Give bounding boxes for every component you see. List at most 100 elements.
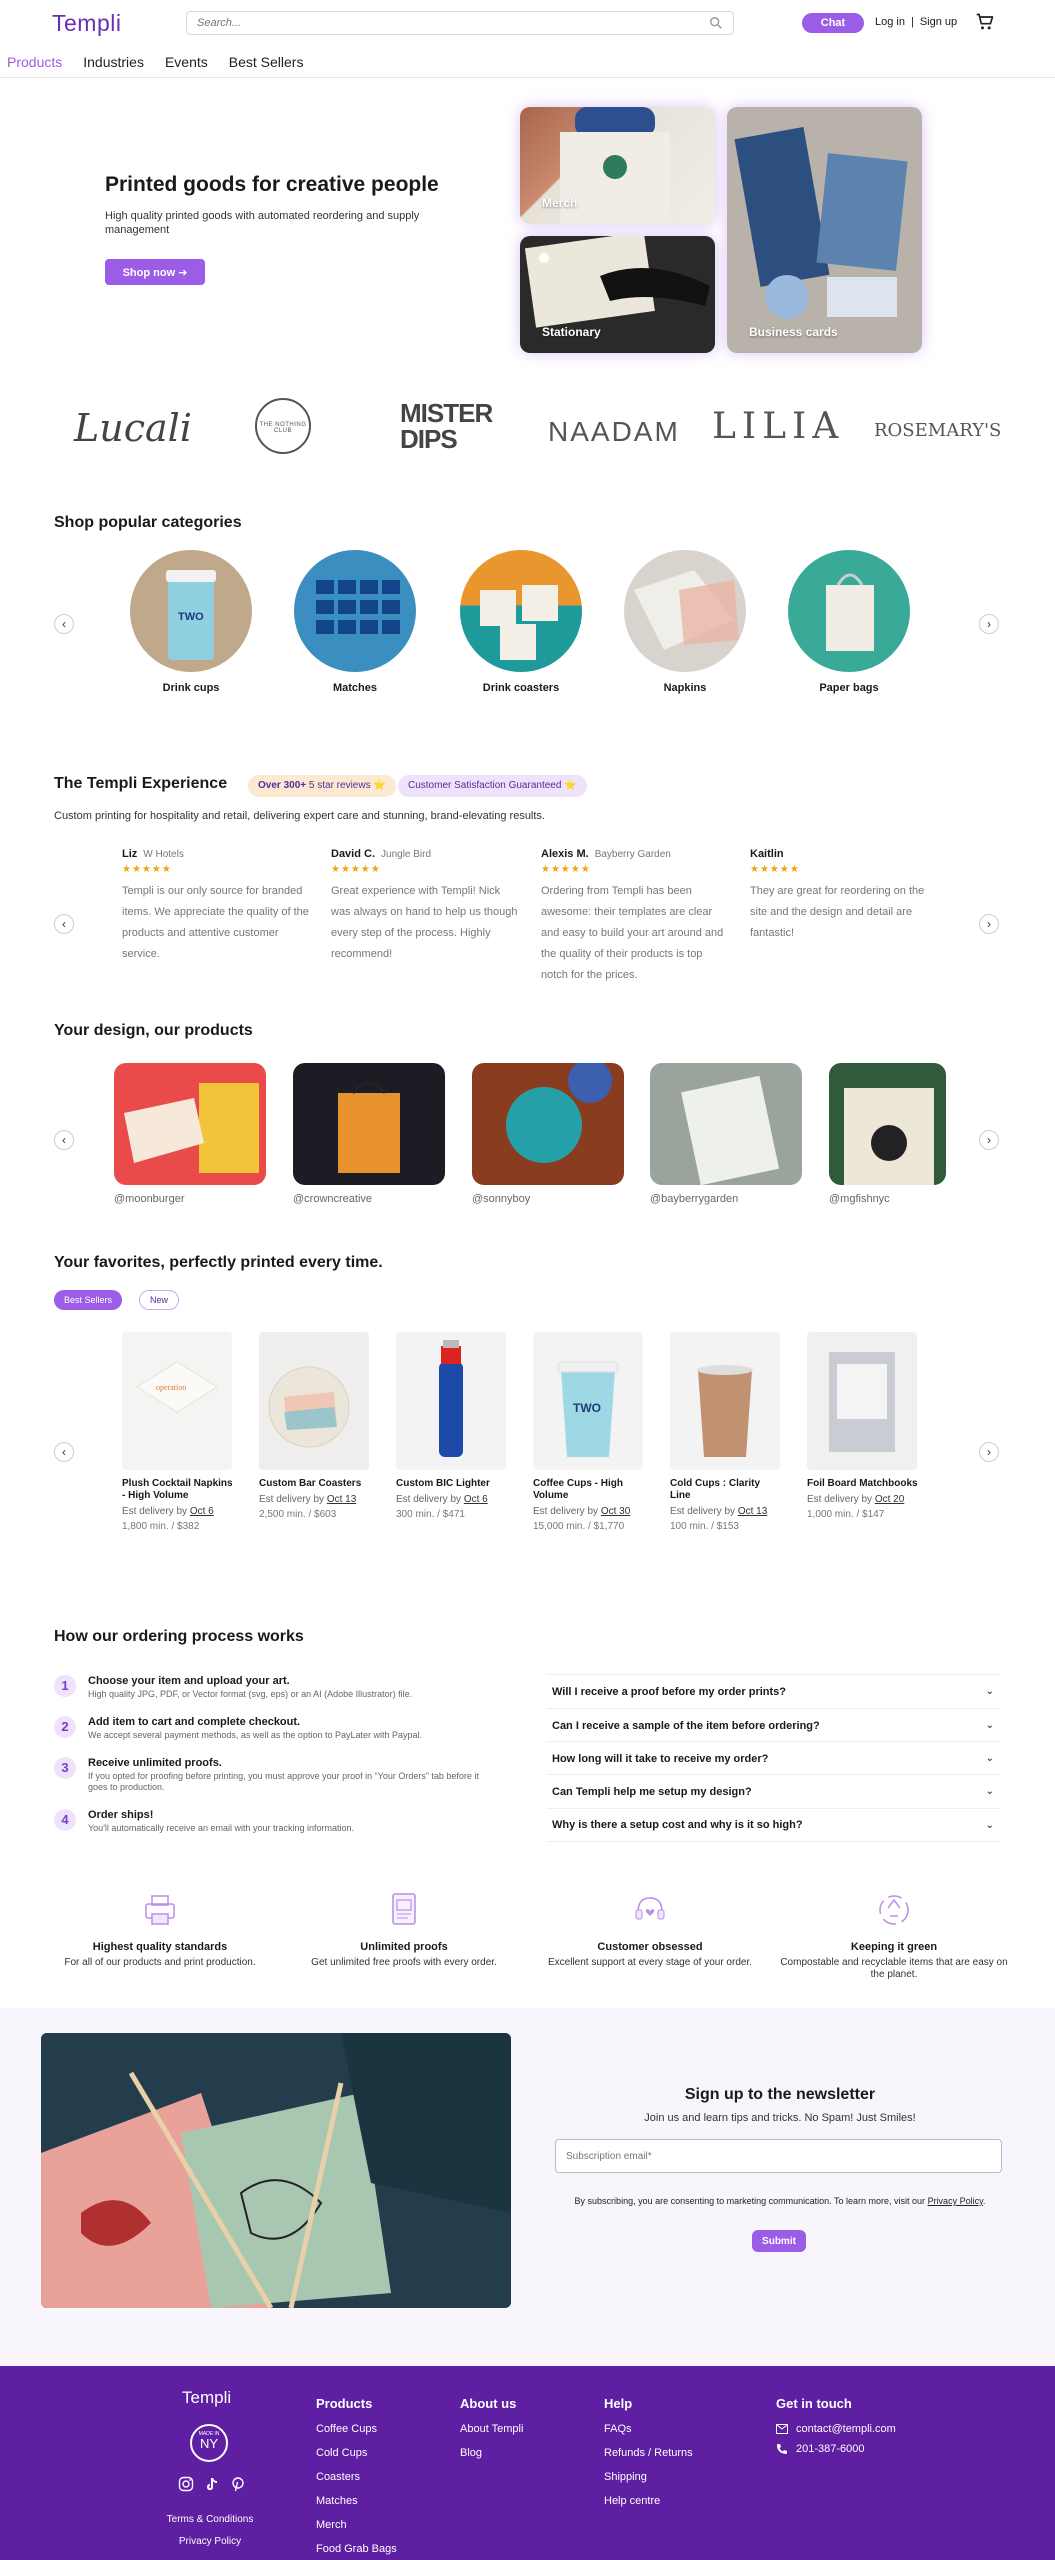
brand-naadam: NAADAM (548, 416, 680, 447)
tile-business-cards[interactable]: Business cards (727, 107, 922, 353)
brand-nothing-club-label: THE NOTHING CLUB (259, 422, 307, 434)
login-link[interactable]: Log in (875, 16, 905, 28)
footer-link[interactable]: FAQs (604, 2423, 693, 2435)
design-next-button[interactable]: › (979, 1130, 999, 1150)
reviews-prev-button[interactable]: ‹ (54, 914, 74, 934)
signup-link[interactable]: Sign up (920, 16, 957, 28)
chevron-down-icon: ⌄ (985, 1753, 994, 1764)
footer-link[interactable]: Merch (316, 2519, 397, 2531)
faq-item[interactable]: Can Templi help me setup my design? ⌄ (546, 1774, 1000, 1808)
footer-link[interactable]: Refunds / Returns (604, 2447, 693, 2459)
footer-link[interactable]: Matches (316, 2495, 397, 2507)
favorites-next-button[interactable]: › (979, 1442, 999, 1462)
category-napkins[interactable]: Napkins (622, 550, 748, 694)
categories-next-button[interactable]: › (979, 614, 999, 634)
footer-link[interactable]: Shipping (604, 2471, 693, 2483)
instagram-icon[interactable] (178, 2476, 194, 2492)
nav-events[interactable]: Events (165, 52, 208, 77)
footer-help-column: Help FAQs Refunds / Returns Shipping Hel… (604, 2396, 693, 2519)
delivery-estimate: Est delivery by Oct 13 (259, 1494, 371, 1505)
footer-link[interactable]: Food Grab Bags (316, 2543, 397, 2555)
chat-button[interactable]: Chat (802, 13, 864, 33)
product-card[interactable]: TWO Coffee Cups - High Volume Est delive… (533, 1332, 645, 1532)
terms-link[interactable]: Terms & Conditions (150, 2514, 270, 2525)
faq-question: Why is there a setup cost and why is it … (552, 1819, 803, 1831)
categories-title: Shop popular categories (54, 514, 242, 531)
product-name: Coffee Cups - High Volume (533, 1478, 623, 1501)
delivery-date: Oct 13 (737, 1506, 768, 1517)
auth-separator: | (910, 16, 914, 28)
design-card[interactable]: @crowncreative (293, 1063, 445, 1205)
design-prev-button[interactable]: ‹ (54, 1130, 74, 1150)
footer-link[interactable]: Help centre (604, 2495, 693, 2507)
faq-item[interactable]: Can I receive a sample of the item befor… (546, 1708, 1000, 1742)
footer-link[interactable]: About Templi (460, 2423, 523, 2435)
category-label: Napkins (663, 682, 707, 694)
design-card[interactable]: @mgfishnyc (829, 1063, 946, 1205)
tiktok-icon[interactable] (204, 2476, 220, 2492)
reviews-next-button[interactable]: › (979, 914, 999, 934)
faq-item[interactable]: Will I receive a proof before my order p… (546, 1674, 1000, 1708)
footer-phone[interactable]: 201-387-6000 (776, 2443, 896, 2455)
design-handle: @moonburger (114, 1193, 185, 1205)
nav-products[interactable]: Products (7, 52, 62, 77)
faq-question: Can I receive a sample of the item befor… (552, 1719, 820, 1732)
tab-new[interactable]: New (139, 1290, 180, 1310)
tile-stationary[interactable]: Stationary (520, 236, 715, 353)
footer-link[interactable]: Coasters (316, 2471, 397, 2483)
product-card[interactable]: operation Plush Cocktail Napkins - High … (122, 1332, 234, 1532)
faq-question: How long will it take to receive my orde… (552, 1752, 769, 1765)
star-rating: ★★★★★ (541, 864, 591, 875)
nav-industries[interactable]: Industries (83, 52, 144, 77)
category-paper-bags[interactable]: Paper bags (786, 550, 912, 694)
faq-item[interactable]: How long will it take to receive my orde… (546, 1741, 1000, 1775)
search-icon[interactable] (709, 16, 723, 30)
auth-links: Log in | Sign up (875, 16, 957, 28)
category-matches[interactable]: Matches (292, 550, 418, 694)
footer-link[interactable]: Cold Cups (316, 2447, 397, 2459)
phone-icon (777, 2444, 787, 2454)
footer-email[interactable]: contact@templi.com (776, 2423, 896, 2435)
shop-now-button[interactable]: Shop now ➜ (105, 259, 205, 285)
footer-privacy-link[interactable]: Privacy Policy (150, 2536, 270, 2547)
design-card[interactable]: @sonnyboy (472, 1063, 624, 1205)
newsletter-submit-button[interactable]: Submit (752, 2230, 806, 2252)
brand-mister-dips: MISTER DIPS (400, 398, 493, 454)
design-card[interactable]: @moonburger (114, 1063, 266, 1205)
footer-link[interactable]: Coffee Cups (316, 2423, 397, 2435)
footer-email-text: contact@templi.com (796, 2423, 896, 2435)
cart-icon[interactable] (975, 12, 995, 32)
category-label: Paper bags (819, 682, 879, 694)
categories-prev-button[interactable]: ‹ (54, 614, 74, 634)
category-drink-cups[interactable]: TWO Drink cups (128, 550, 254, 694)
product-card[interactable]: Foil Board Matchbooks Est delivery by Oc… (807, 1332, 919, 1520)
step-description: We accept several payment methods, as we… (88, 1730, 423, 1740)
design-card[interactable]: @bayberrygarden (650, 1063, 802, 1205)
footer-logo[interactable]: Templi (182, 2388, 231, 2408)
tile-merch[interactable]: Merch (520, 107, 715, 224)
chevron-down-icon: ⌄ (985, 1720, 994, 1731)
product-card[interactable]: Cold Cups : Clarity Line Est delivery by… (670, 1332, 782, 1532)
feature-green: Keeping it green Compostable and recycla… (780, 1890, 1008, 1981)
reviewer-company: Bayberry Garden (594, 849, 671, 860)
footer-link[interactable]: Blog (460, 2447, 523, 2459)
delivery-estimate: Est delivery by Oct 6 (122, 1506, 234, 1517)
pinterest-icon[interactable] (230, 2476, 246, 2492)
reviewer-name: David C. (331, 848, 376, 860)
step-description: If you opted for proofing before printin… (88, 1771, 479, 1792)
product-card[interactable]: Custom BIC Lighter Est delivery by Oct 6… (396, 1332, 508, 1520)
faq-item[interactable]: Why is there a setup cost and why is it … (546, 1808, 1000, 1842)
logo[interactable]: Templi (52, 10, 121, 37)
search-input[interactable] (197, 17, 709, 29)
newsletter-legal-text: By subscribing, you are consenting to ma… (574, 2196, 926, 2206)
privacy-policy-link[interactable]: Privacy Policy (928, 2196, 983, 2206)
favorites-prev-button[interactable]: ‹ (54, 1442, 74, 1462)
newsletter-email-field[interactable] (555, 2139, 1002, 2173)
nav-best-sellers[interactable]: Best Sellers (229, 52, 304, 77)
category-drink-coasters[interactable]: Drink coasters (458, 550, 584, 694)
delivery-label: Est delivery by (670, 1506, 736, 1517)
search-bar[interactable] (186, 11, 734, 35)
step-description: You'll automatically receive an email wi… (88, 1823, 355, 1833)
product-card[interactable]: Custom Bar Coasters Est delivery by Oct … (259, 1332, 371, 1520)
tab-best-sellers[interactable]: Best Sellers (54, 1290, 123, 1310)
